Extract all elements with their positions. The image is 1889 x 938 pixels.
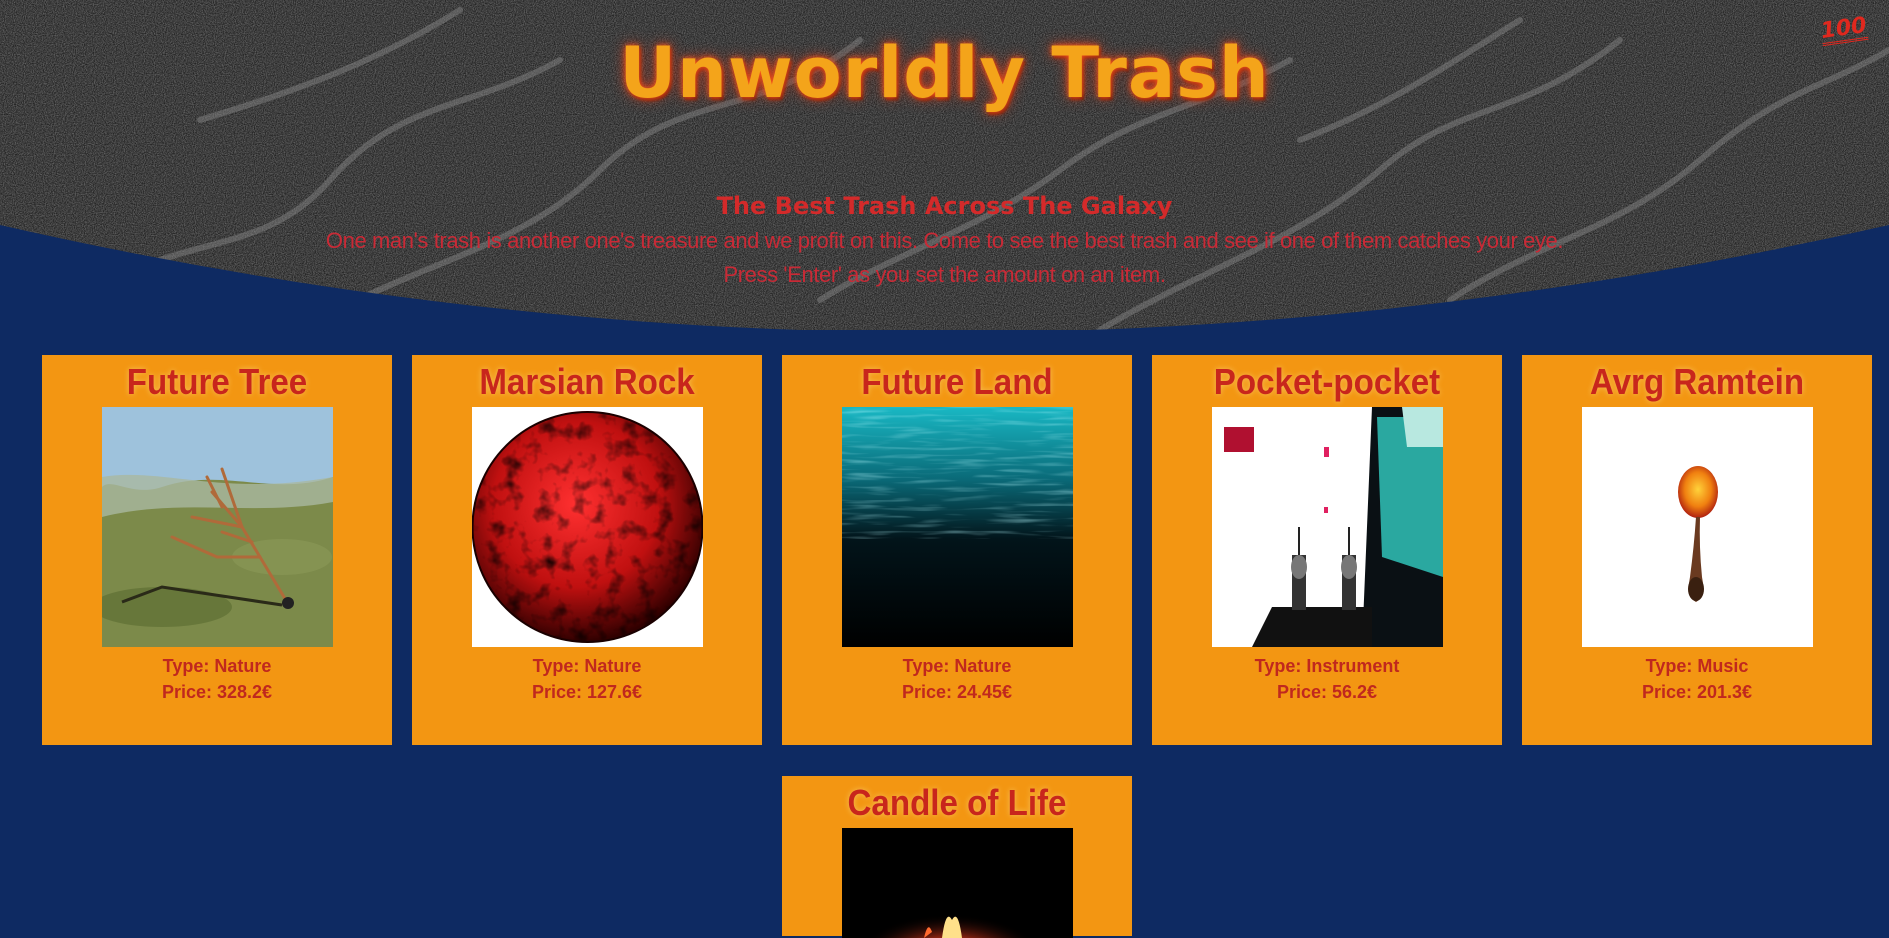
product-card-candle-of-life[interactable]: Candle of Life [782, 776, 1132, 938]
candle-image [841, 828, 1073, 938]
urinals-image [1211, 407, 1443, 647]
product-price: Price: 127.6€ [531, 682, 643, 702]
product-card-future-tree[interactable]: Future Tree Type: Nature Price: 328.2€ [42, 355, 392, 745]
product-card-marsian-rock[interactable]: Marsian Rock Type: Nature Price: 127.6€ [412, 355, 762, 745]
product-type: Type: Instrument [1254, 656, 1400, 676]
product-price: Price: 56.2€ [1276, 682, 1378, 702]
product-name: Future Land [861, 361, 1053, 402]
product-card-avrg-ramtein[interactable]: Avrg Ramtein Type: Music Price: 201.3€ [1522, 355, 1872, 745]
description-line-1: One man's trash is another one's treasur… [325, 228, 1564, 253]
product-card-future-land[interactable]: Future Land Type: Nature Price: 24.45€ [782, 355, 1132, 745]
red-sphere-image [471, 407, 703, 647]
product-name: Avrg Ramtein [1589, 361, 1805, 402]
tagline: The Best Trash Across The Galaxy [716, 192, 1173, 220]
product-price: Price: 24.45€ [901, 682, 1013, 702]
hero-banner: Unworldly Trash The Best Trash Across Th… [0, 0, 1889, 330]
site-title: Unworldly Trash [619, 32, 1270, 114]
dark-water-image [841, 407, 1073, 647]
product-name: Future Tree [126, 361, 308, 402]
product-type: Type: Music [1645, 656, 1749, 676]
product-name: Marsian Rock [479, 361, 695, 402]
product-type: Type: Nature [162, 656, 272, 676]
product-price: Price: 201.3€ [1641, 682, 1753, 702]
product-type: Type: Nature [532, 656, 642, 676]
product-name: Pocket-pocket [1213, 361, 1441, 402]
product-name: Candle of Life [847, 782, 1067, 823]
product-card-pocket-pocket[interactable]: Pocket-pocket Type: Instrument Price: 56… [1152, 355, 1502, 745]
product-type: Type: Nature [902, 656, 1012, 676]
branch-image [101, 407, 333, 647]
product-price: Price: 328.2€ [161, 682, 273, 702]
description-line-2: Press 'Enter' as you set the amount on a… [723, 262, 1166, 287]
spoon-image [1581, 407, 1813, 647]
